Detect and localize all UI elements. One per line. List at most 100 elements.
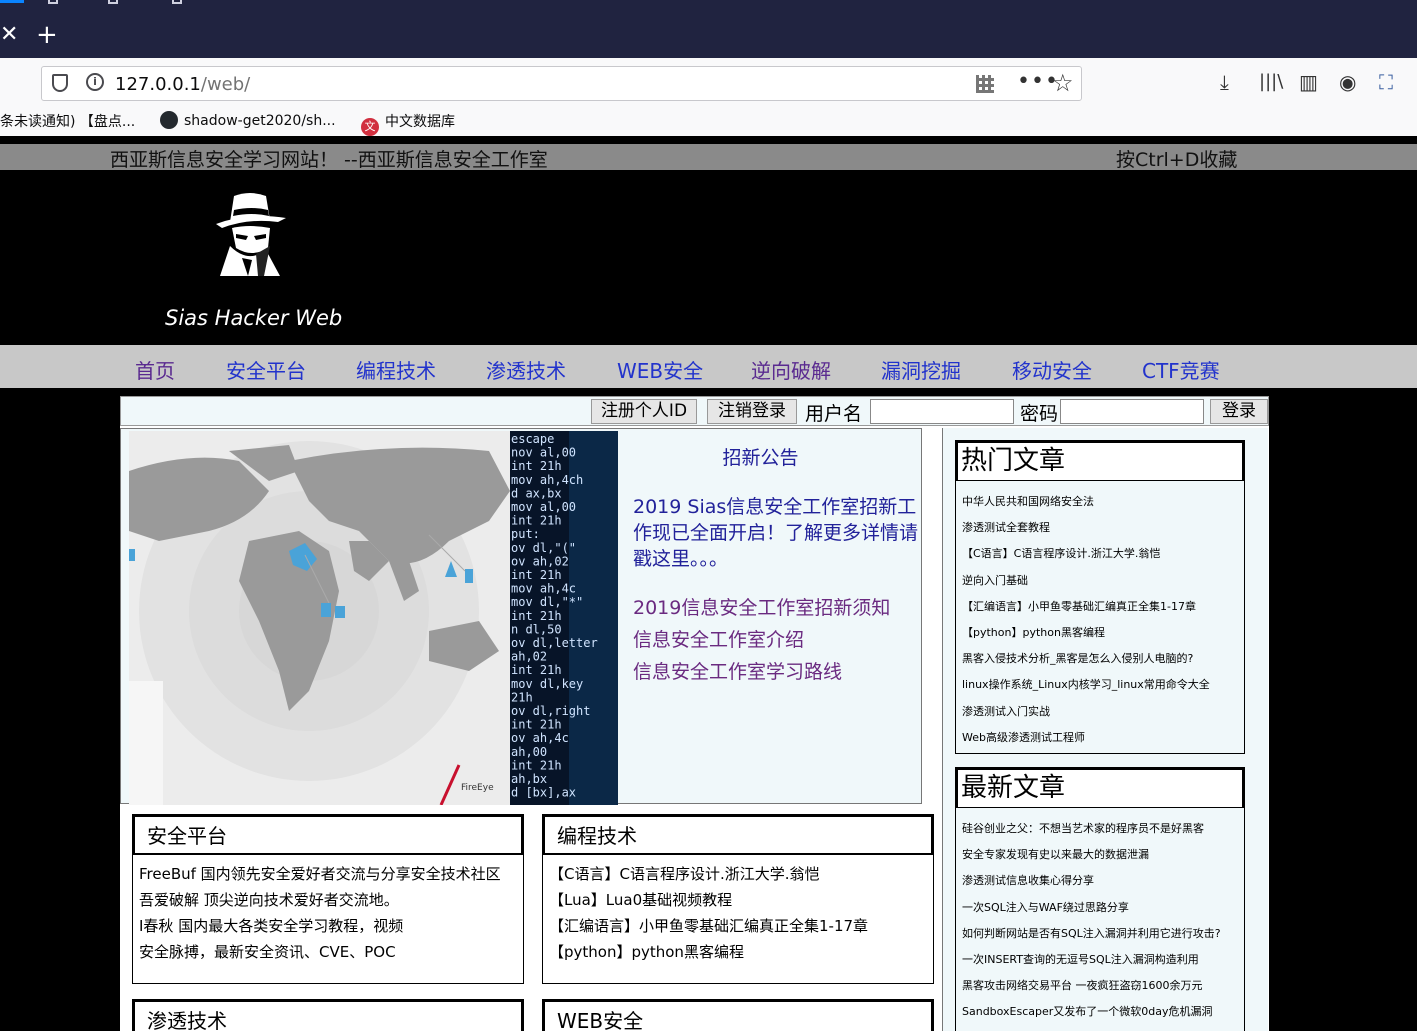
recruit-notice: 招新公告 2019 Sias信息安全工作室招新工作现已全面开启！了解更多详情请戳… — [633, 443, 918, 688]
fireeye-brand: FireEye — [461, 783, 494, 793]
code-line: int 21h — [511, 718, 562, 732]
tab-icon — [172, 0, 182, 4]
category-link[interactable]: 安全脉搏，最新安全资讯、CVE、POC — [139, 939, 523, 965]
github-icon — [160, 111, 178, 129]
bookmark-item[interactable]: shadow-get2020/sh... — [160, 111, 336, 129]
article-link[interactable]: 黑客攻击网络交易平台 一夜疯狂盗窃1600余万元 — [962, 973, 1244, 999]
code-line: 21h — [511, 690, 533, 704]
url-host: 127.0.0.1 — [115, 74, 201, 95]
password-input[interactable] — [1060, 399, 1204, 424]
nav-item-home[interactable]: 首页 — [135, 355, 175, 384]
category-title: 编程技术 — [543, 815, 933, 855]
code-line: ov ah,4c — [511, 731, 569, 745]
notice-link[interactable]: 2019信息安全工作室招新须知 — [633, 592, 918, 624]
cnki-icon: 文 — [361, 118, 379, 136]
site-slogan: 西亚斯信息安全学习网站！ --西亚斯信息安全工作室 — [110, 149, 548, 171]
site-name: Sias Hacker Web — [165, 306, 343, 330]
article-link[interactable]: Web高级渗透测试工程师 — [962, 725, 1244, 751]
article-link[interactable]: 【C语言】C语言程序设计.浙江大学.翁恺 — [962, 541, 1244, 567]
hot-articles-title: 热门文章 — [956, 441, 1244, 481]
info-icon[interactable]: i — [86, 73, 104, 91]
category-list: 【C语言】C语言程序设计.浙江大学.翁恺 【Lua】Lua0基础视频教程 【汇编语言… — [543, 855, 933, 965]
code-line: d ax,bx — [511, 486, 562, 500]
screenshot-crop-icon[interactable]: ⛶ — [1379, 71, 1393, 93]
article-link[interactable]: 如何判断网站是否有SQL注入漏洞并利用它进行攻击? — [962, 921, 1244, 947]
article-link[interactable]: 渗透测试信息收集心得分享 — [962, 868, 1244, 894]
category-link[interactable]: 【Lua】Lua0基础视频教程 — [549, 887, 933, 913]
notice-title: 招新公告 — [722, 447, 799, 469]
article-link[interactable]: 渗透测试全套教程 — [962, 515, 1244, 541]
hacker-logo — [208, 188, 290, 280]
account-icon[interactable]: ◉ — [1339, 71, 1356, 93]
register-button[interactable]: 注册个人ID — [591, 399, 697, 424]
bookmark-star-icon[interactable]: ☆ — [1052, 69, 1074, 97]
latest-articles-title: 最新文章 — [956, 768, 1244, 808]
username-input[interactable] — [870, 399, 1014, 424]
code-line: d [bx],ax — [511, 786, 576, 800]
category-box: 渗透技术 — [132, 999, 524, 1031]
login-bar: 注册个人ID 注销登录 用户名 密码 登录 — [120, 396, 1269, 426]
banner-image[interactable]: escape nov al,00 int 21h mov ah,4ch d ax,bx m… — [129, 431, 618, 805]
article-link[interactable]: linux操作系统_Linux内核学习_linux常用命令大全 — [962, 672, 1244, 698]
article-link[interactable]: 安全专家发现有史以来最大的数据泄漏 — [962, 842, 1244, 868]
code-line: ov dl,right — [511, 704, 590, 718]
nav-item-security-platform[interactable]: 安全平台 — [226, 355, 306, 384]
code-line: ov dl,letter — [511, 636, 598, 650]
nav-item-web-security[interactable]: WEB安全 — [617, 355, 703, 384]
url-text[interactable]: 127.0.0.1/web/ — [115, 74, 250, 95]
main-content: escape nov al,00 int 21h mov ah,4ch d ax,bx m… — [120, 426, 1269, 1031]
nav-item-ctf[interactable]: CTF竞赛 — [1142, 355, 1220, 384]
category-link[interactable]: 【汇编语言】小甲鱼零基础汇编真正全集1-17章 — [549, 913, 933, 939]
qr-code-icon[interactable] — [976, 75, 994, 93]
notice-link[interactable]: 信息安全工作室学习路线 — [633, 656, 918, 688]
code-line: ah,00 — [511, 745, 547, 759]
code-line: ah,02 — [511, 650, 547, 664]
category-title: 渗透技术 — [133, 1000, 523, 1031]
code-line: int 21h — [511, 568, 562, 582]
bookmark-item[interactable]: 条未读通知) 【盘点... — [0, 111, 135, 131]
library-icon[interactable]: |||\ — [1259, 71, 1283, 93]
article-link[interactable]: 一次INSERT查询的无逗号SQL注入漏洞构造利用 — [962, 947, 1244, 973]
article-link[interactable]: 一次SQL注入与WAF绕过思路分享 — [962, 895, 1244, 921]
code-line: n dl,50 — [511, 622, 562, 636]
new-tab-button[interactable]: + — [36, 22, 58, 48]
web-page: 西亚斯信息安全学习网站！ --西亚斯信息安全工作室 按Ctrl+D收藏 Sias… — [0, 136, 1417, 1031]
code-line: int 21h — [511, 459, 562, 473]
sidebar-icon[interactable]: ▥ — [1299, 71, 1318, 93]
article-link[interactable]: 黑客入侵技术分析_黑客是怎么入侵别人电脑的? — [962, 646, 1244, 672]
article-link[interactable]: 【python】python黑客编程 — [962, 620, 1244, 646]
category-link[interactable]: FreeBuf 国内领先安全爱好者交流与分享安全技术社区 — [139, 861, 523, 887]
article-link[interactable]: 渗透测试入门实战 — [962, 699, 1244, 725]
article-link[interactable]: 硅谷创业之父：不想当艺术家的程序员不是好黑客 — [962, 816, 1244, 842]
notice-main-link[interactable]: 2019 Sias信息安全工作室招新工作现已全面开启！了解更多详情请戳这里。。。 — [633, 494, 918, 572]
logout-button[interactable]: 注销登录 — [707, 399, 797, 424]
url-bar[interactable]: i 127.0.0.1/web/ ••• ☆ — [41, 66, 1082, 101]
category-link[interactable]: 【python】python黑客编程 — [549, 939, 933, 965]
article-link[interactable]: 【汇编语言】小甲鱼零基础汇编真正全集1-17章 — [962, 594, 1244, 620]
banner-frame: escape nov al,00 int 21h mov ah,4ch d ax,bx m… — [120, 428, 922, 805]
nav-item-programming[interactable]: 编程技术 — [356, 355, 436, 384]
latest-articles-box: 最新文章 硅谷创业之父：不想当艺术家的程序员不是好黑客 安全专家发现有史以来最大的… — [955, 767, 1245, 1031]
article-link[interactable]: SandboxEscaper又发布了一个微软0day危机漏洞 — [962, 999, 1244, 1025]
bookmarks-bar: 条未读通知) 【盘点... shadow-get2020/sh... 文中文数据… — [0, 106, 1417, 136]
tab-icon — [108, 0, 118, 4]
nav-item-mobile-security[interactable]: 移动安全 — [1012, 355, 1092, 384]
nav-item-vuln-mining[interactable]: 漏洞挖掘 — [881, 355, 961, 384]
main-nav: 首页 安全平台 编程技术 渗透技术 WEB安全 逆向破解 漏洞挖掘 移动安全 C… — [0, 345, 1417, 388]
notice-link[interactable]: 信息安全工作室介绍 — [633, 624, 918, 656]
article-link[interactable]: 中华人民共和国网络安全法 — [962, 489, 1244, 515]
code-line: mov ah,4ch — [511, 473, 583, 487]
category-link[interactable]: 吾爱破解 顶尖逆向技术爱好者交流地。 — [139, 887, 523, 913]
bookmark-item[interactable]: 文中文数据库 — [361, 111, 455, 136]
nav-item-penetration[interactable]: 渗透技术 — [486, 355, 566, 384]
close-tab-icon[interactable]: ✕ — [0, 24, 18, 46]
hot-articles-box: 热门文章 中华人民共和国网络安全法 渗透测试全套教程 【C语言】C语言程序设计.浙江… — [955, 440, 1245, 754]
article-link[interactable]: 逆向入门基础 — [962, 568, 1244, 594]
login-button[interactable]: 登录 — [1210, 399, 1268, 424]
shield-icon[interactable] — [52, 74, 68, 92]
category-link[interactable]: I春秋 国内最大各类安全学习教程，视频 — [139, 913, 523, 939]
browser-toolbar: i 127.0.0.1/web/ ••• ☆ ⤓ |||\ ▥ ◉ ⛶ — [0, 58, 1417, 106]
nav-item-reverse[interactable]: 逆向破解 — [751, 355, 831, 384]
download-icon[interactable]: ⤓ — [1220, 71, 1229, 93]
category-link[interactable]: 【C语言】C语言程序设计.浙江大学.翁恺 — [549, 861, 933, 887]
